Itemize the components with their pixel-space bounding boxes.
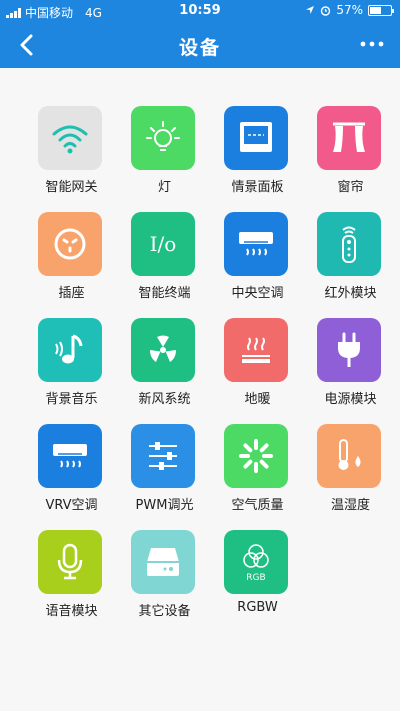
curtain-icon (317, 106, 381, 170)
battery-percent: 57% (336, 3, 363, 17)
device-label: 空气质量 (231, 498, 284, 513)
location-icon (306, 6, 315, 14)
device-tile-4[interactable]: 窗帘 (304, 100, 397, 205)
device-tile-12[interactable]: 电源模块 (304, 312, 397, 417)
device-label: 智能终端 (138, 286, 191, 301)
device-label: 插座 (58, 286, 85, 301)
device-label: 红外模块 (324, 286, 377, 301)
dimmer-sliders-icon (131, 424, 195, 488)
vrv-air-conditioner-icon (38, 424, 102, 488)
device-tile-3[interactable]: 情景面板 (211, 100, 304, 205)
device-label: 其它设备 (138, 604, 191, 619)
device-tile-2[interactable]: 灯 (118, 100, 211, 205)
device-tile-18[interactable]: 其它设备 (118, 524, 211, 629)
air-conditioner-icon (224, 212, 288, 276)
floor-heating-icon (224, 318, 288, 382)
fan-icon (131, 318, 195, 382)
device-label: 地暖 (244, 392, 271, 407)
thermometer-humidity-icon (317, 424, 381, 488)
device-tile-7[interactable]: 中央空调 (211, 206, 304, 311)
device-label: 语音模块 (45, 604, 98, 619)
top-bar: 中国移动 4G 10:59 57% 设备 (0, 0, 400, 68)
device-label: 背景音乐 (45, 392, 98, 407)
device-tile-9[interactable]: 背景音乐 (25, 312, 118, 417)
device-label: 智能网关 (45, 180, 98, 195)
storage-device-icon (131, 530, 195, 594)
device-tile-15[interactable]: 空气质量 (211, 418, 304, 523)
panel-icon (224, 106, 288, 170)
remote-control-icon (317, 212, 381, 276)
device-tile-10[interactable]: 新风系统 (118, 312, 211, 417)
lightbulb-icon (131, 106, 195, 170)
device-label: 窗帘 (337, 180, 364, 195)
device-tile-13[interactable]: VRV空调 (25, 418, 118, 523)
music-icon (38, 318, 102, 382)
device-tile-1[interactable]: 智能网关 (25, 100, 118, 205)
status-right: 57% (305, 3, 394, 17)
device-label: VRV空调 (45, 498, 98, 513)
rgb-icon-text: RGB (246, 573, 265, 583)
device-label: 新风系统 (138, 392, 191, 407)
device-tile-17[interactable]: 语音模块 (25, 524, 118, 629)
device-tile-6[interactable]: I/o 智能终端 (118, 206, 211, 311)
device-label: PWM调光 (135, 498, 194, 513)
device-tile-19[interactable]: RGB RGBW (211, 524, 304, 629)
device-tile-8[interactable]: 红外模块 (304, 206, 397, 311)
device-tile-5[interactable]: 插座 (25, 206, 118, 311)
socket-icon (38, 212, 102, 276)
device-label: 电源模块 (324, 392, 377, 407)
plug-icon (317, 318, 381, 382)
device-tile-11[interactable]: 地暖 (211, 312, 304, 417)
status-bar: 中国移动 4G 10:59 57% (0, 0, 400, 22)
device-label: 中央空调 (231, 286, 284, 301)
navigation-bar: 设备 (0, 22, 400, 68)
battery-icon (368, 4, 394, 16)
rgb-icon: RGB (224, 530, 288, 594)
device-label: 情景面板 (231, 180, 284, 195)
device-label: 温湿度 (330, 498, 370, 513)
air-quality-icon (224, 424, 288, 488)
device-tile-14[interactable]: PWM调光 (118, 418, 211, 523)
device-label: RGBW (237, 600, 278, 615)
microphone-icon (38, 530, 102, 594)
wifi-icon (38, 106, 102, 170)
svg-text:I/o: I/o (150, 232, 177, 256)
device-label: 灯 (157, 180, 171, 195)
page-title: 设备 (178, 37, 221, 59)
more-horizontal-icon[interactable] (358, 34, 386, 54)
device-tile-16[interactable]: 温湿度 (304, 418, 397, 523)
io-icon: I/o (131, 212, 195, 276)
alarm-icon (321, 5, 331, 16)
